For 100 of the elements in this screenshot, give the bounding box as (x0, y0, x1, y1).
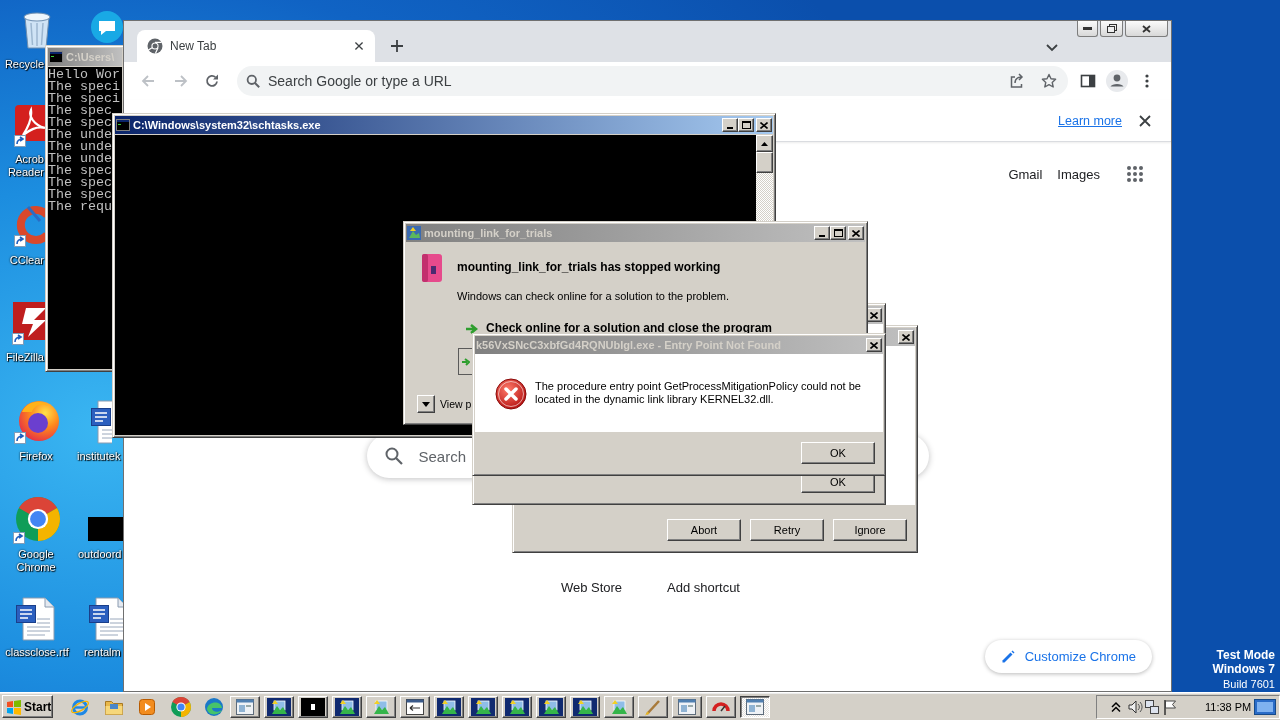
network-icon[interactable] (1144, 698, 1160, 715)
arrow-icon (465, 322, 478, 335)
browser-icon[interactable] (170, 696, 191, 717)
close-icon (870, 311, 878, 319)
desktop-icon-label[interactable]: Recycle (0, 58, 44, 71)
document-icon[interactable] (88, 597, 123, 642)
browser-icon[interactable] (14, 398, 60, 444)
thumbnail-icon[interactable] (88, 517, 123, 541)
console-line: The spec (48, 105, 112, 117)
up-arrow-icon (761, 141, 768, 146)
minimize-icon (1083, 27, 1092, 30)
show-desktop-icon[interactable] (1254, 697, 1277, 716)
dialog-button[interactable]: OK (801, 441, 875, 464)
flag-logo-icon (6, 698, 22, 715)
close-icon (760, 121, 768, 129)
image-icon (407, 226, 421, 240)
dialog-button[interactable]: Abort (667, 519, 741, 541)
image-icon (437, 697, 461, 716)
expand-button[interactable] (417, 395, 435, 413)
pdf-icon[interactable] (14, 105, 45, 147)
bookmark-button[interactable] (1041, 73, 1057, 89)
console-line: The unde (48, 141, 112, 153)
close-button[interactable] (1125, 21, 1168, 37)
search-input[interactable]: Search (418, 447, 469, 465)
console-line: The spec (48, 177, 112, 189)
taskbar-button[interactable] (740, 695, 770, 718)
minimize-button[interactable] (1077, 21, 1098, 37)
address-input[interactable]: Search Google or type a URL (268, 71, 993, 91)
window-icon (675, 697, 699, 716)
maximize-icon (833, 229, 843, 237)
dialog-icon (403, 697, 427, 716)
console-line: The speci (48, 81, 120, 93)
browser-tab[interactable]: New Tab (137, 30, 375, 62)
search-icon (383, 446, 404, 466)
dialog-heading: mounting_link_for_trials has stopped working (457, 260, 722, 275)
window-title: C:\Users\ (66, 50, 115, 64)
close-icon (852, 229, 860, 237)
console-line: The spec (48, 117, 112, 129)
console-line: The speci (48, 93, 120, 105)
apps-grid-icon (1126, 165, 1144, 183)
pencil-icon (1000, 649, 1015, 664)
reload-button[interactable] (204, 73, 220, 89)
console-line: The spec (48, 165, 112, 177)
scroll-up-button[interactable] (756, 135, 773, 152)
console-icon (49, 51, 63, 63)
dialog-text: Windows can check online for a solution to the problem. (457, 289, 730, 303)
dialog-button[interactable]: Retry (750, 519, 824, 541)
close-icon (1138, 113, 1152, 128)
image-icon (335, 697, 359, 716)
close-icon (902, 333, 910, 341)
desktop-icon-label[interactable]: Acrob Reader (0, 153, 44, 179)
side-panel-button[interactable] (1080, 73, 1096, 89)
share-button[interactable] (1009, 73, 1025, 89)
clock[interactable]: 11:38 PM (1205, 700, 1252, 713)
avatar-icon (1106, 70, 1128, 92)
console-line: The unde (48, 153, 112, 165)
profile-button[interactable] (1109, 73, 1125, 89)
restore-icon (1106, 24, 1117, 33)
address-bar[interactable]: Search Google or type a URL (237, 66, 1068, 96)
customize-button[interactable]: Customize Chrome (984, 640, 1152, 673)
browser-icon[interactable] (204, 696, 224, 717)
close-icon (870, 341, 878, 349)
shortcut-link[interactable]: Web Store (560, 580, 623, 595)
image-icon (471, 697, 495, 716)
console-icon (301, 697, 325, 716)
details-link[interactable]: View p (440, 397, 472, 411)
dialog-button[interactable]: Ignore (833, 519, 907, 541)
browser-icon[interactable] (13, 497, 60, 544)
cleaner-icon[interactable] (14, 203, 45, 247)
restore-button[interactable] (1100, 21, 1123, 37)
image-icon (539, 697, 563, 716)
app-tile-icon[interactable] (12, 300, 45, 345)
shortcut-link[interactable]: Add shortcut (667, 580, 740, 595)
speaker-icon[interactable] (1127, 698, 1143, 715)
header-link[interactable]: Gmail (1008, 166, 1043, 182)
media-player-icon[interactable] (137, 696, 157, 717)
maximize-button[interactable] (738, 118, 754, 132)
learn-more-link[interactable]: Learn more (1058, 113, 1122, 128)
apps-button[interactable] (1126, 165, 1144, 183)
console-line: The unde (48, 129, 112, 141)
maximize-button[interactable] (830, 226, 846, 240)
star-icon (1041, 73, 1057, 89)
flag-icon[interactable] (1162, 698, 1178, 715)
close-icon (1142, 24, 1151, 33)
scrollbar-thumb[interactable] (756, 152, 773, 173)
chevron-up-icon[interactable] (1110, 700, 1122, 713)
window-icon (743, 697, 767, 716)
start-button[interactable]: Start (2, 695, 53, 718)
system-notice-text: Build 7601 (1222, 677, 1275, 692)
header-link[interactable]: Images (1057, 166, 1100, 182)
window-title: C:\Windows\system32\schtasks.exe (133, 118, 321, 132)
browser-logo-icon (147, 38, 163, 54)
maximize-icon (741, 121, 751, 129)
image-icon (573, 697, 597, 716)
console-line: Hello Wor (48, 69, 120, 81)
side-panel-icon (1080, 73, 1096, 89)
close-bar-button[interactable] (1138, 113, 1152, 128)
console-line: The spec (48, 189, 112, 201)
chat-icon[interactable] (88, 10, 123, 45)
close-icon (354, 41, 364, 51)
